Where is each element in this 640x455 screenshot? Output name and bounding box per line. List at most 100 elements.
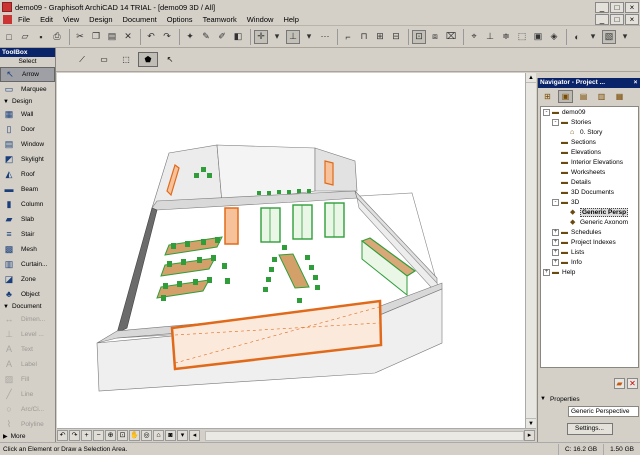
tool-marquee[interactable]: ▭ Marquee xyxy=(0,82,55,97)
tree-item[interactable]: ▬ 3D Documents xyxy=(541,187,638,197)
open-folder-icon[interactable]: ▱ xyxy=(18,30,32,44)
menu-view[interactable]: View xyxy=(58,15,84,24)
geometry-point-icon[interactable]: ⟋ xyxy=(72,52,92,67)
gravity-dropdown-icon[interactable]: ▾ xyxy=(302,30,316,44)
pick-up-icon[interactable]: ✎ xyxy=(199,30,213,44)
scroll-up-arrow[interactable]: ▲ xyxy=(526,73,536,83)
tool-label[interactable]: A Label xyxy=(0,357,55,372)
layout-book-nav-icon[interactable]: ▥ xyxy=(594,90,609,103)
tool-door[interactable]: ▯ Door xyxy=(0,122,55,137)
redo-icon[interactable]: ↷ xyxy=(160,30,174,44)
tool-arc-ci[interactable]: ○ Arc/Ci... xyxy=(0,402,55,417)
view-mode-icon[interactable]: ▧ xyxy=(602,29,616,44)
lock-icon[interactable]: ⌧ xyxy=(444,30,458,44)
undo-icon[interactable]: ↶ xyxy=(144,30,158,44)
print-icon[interactable]: ⎙ xyxy=(50,30,64,44)
tool-skylight[interactable]: ◩ Skylight xyxy=(0,152,55,167)
doc-close-button[interactable]: × xyxy=(625,14,639,25)
magic-wand-icon[interactable]: ✦ xyxy=(183,30,197,44)
new-file-icon[interactable]: □ xyxy=(2,30,16,44)
collapse-icon[interactable]: - xyxy=(552,118,559,126)
tree-item[interactable]: ▬ Sections xyxy=(541,137,638,147)
menu-help[interactable]: Help xyxy=(278,15,303,24)
view-options-icon[interactable]: ▾ xyxy=(177,430,188,441)
tree-item[interactable]: ▬ Interior Elevations xyxy=(541,157,638,167)
tool-fill[interactable]: ▨ Fill xyxy=(0,372,55,387)
tree-item[interactable]: ◆ Generic Persp xyxy=(541,207,638,217)
tool-beam[interactable]: ▬ Beam xyxy=(0,182,55,197)
tool-stair[interactable]: ≡ Stair xyxy=(0,227,55,242)
snap-guide-icon[interactable]: ✛ xyxy=(254,29,268,44)
scroll-left-arrow[interactable]: ◂ xyxy=(189,430,200,441)
publisher-sets-icon[interactable]: ▦ xyxy=(612,90,627,103)
tree-item[interactable]: - ▬ 3D xyxy=(541,197,638,207)
tree-item[interactable]: + ▬ Lists xyxy=(541,247,638,257)
collapse-icon[interactable]: - xyxy=(543,108,550,116)
distribute-icon[interactable]: ⊓ xyxy=(357,30,371,44)
model-view-icon[interactable]: ⌖ xyxy=(467,30,481,44)
trim-icon[interactable]: ⊟ xyxy=(389,30,403,44)
select-arrow-icon[interactable]: ↖ xyxy=(160,52,180,67)
menu-window[interactable]: Window xyxy=(242,15,279,24)
properties-header[interactable]: ▼ Properties xyxy=(540,394,639,404)
doc-minimize-button[interactable]: _ xyxy=(595,14,609,25)
maximize-button[interactable]: □ xyxy=(610,1,624,13)
new-folder-icon[interactable]: ▰ xyxy=(614,378,625,389)
redo-view-icon[interactable]: ↷ xyxy=(69,430,80,441)
geometry-polygon-icon[interactable]: ⬟ xyxy=(138,52,158,67)
navigator-mode-icon[interactable]: ⊞ xyxy=(540,90,555,103)
tool-wall[interactable]: ▦ Wall xyxy=(0,107,55,122)
undo-view-icon[interactable]: ↶ xyxy=(57,430,68,441)
zoom-out-icon[interactable]: − xyxy=(93,430,104,441)
tree-item[interactable]: - ▬ Stories xyxy=(541,117,638,127)
tree-item[interactable]: ▬ Elevations xyxy=(541,147,638,157)
tree-item[interactable]: + ▬ Info xyxy=(541,257,638,267)
tool-zone[interactable]: ◪ Zone xyxy=(0,272,55,287)
grid-snap-icon[interactable]: ⋯ xyxy=(318,30,332,44)
copy-icon[interactable]: ❐ xyxy=(89,30,103,44)
menu-edit[interactable]: Edit xyxy=(35,15,58,24)
delete-view-icon[interactable]: ✕ xyxy=(627,378,638,389)
document-menu-icon[interactable] xyxy=(3,15,12,24)
tool-line[interactable]: ╱ Line xyxy=(0,387,55,402)
minimize-button[interactable]: _ xyxy=(595,1,609,13)
tree-item[interactable]: ▬ Details xyxy=(541,177,638,187)
menu-file[interactable]: File xyxy=(13,15,35,24)
delete-icon[interactable]: ✕ xyxy=(121,30,135,44)
property-name-field[interactable]: Generic Perspective xyxy=(568,406,639,417)
floor-plan-icon[interactable]: ⊥ xyxy=(483,30,497,44)
group-icon[interactable]: ⧈ xyxy=(428,30,442,44)
doc-restore-button[interactable]: □ xyxy=(610,14,624,25)
geometry-rotated-rect-icon[interactable]: ⬚ xyxy=(116,52,136,67)
3d-window-icon[interactable]: ⬚ xyxy=(515,30,529,44)
tool-arrow[interactable]: ↖ Arrow xyxy=(0,67,55,82)
collapse-icon[interactable]: - xyxy=(552,198,559,206)
tool-level[interactable]: ⊥ Level ... xyxy=(0,327,55,342)
paste-icon[interactable]: ▤ xyxy=(105,30,119,44)
inject-icon[interactable]: ✐ xyxy=(215,30,229,44)
tool-object[interactable]: ♣ Object xyxy=(0,287,55,302)
tool-column[interactable]: ▮ Column xyxy=(0,197,55,212)
tree-item[interactable]: ▬ Worksheets xyxy=(541,167,638,177)
tree-item[interactable]: + ▬ Schedules xyxy=(541,227,638,237)
group-document[interactable]: ▼ Document xyxy=(0,302,55,312)
close-button[interactable]: × xyxy=(625,1,639,13)
save-icon[interactable]: ▪ xyxy=(34,30,48,44)
3d-model-view[interactable] xyxy=(57,73,525,428)
expand-icon[interactable]: + xyxy=(552,238,559,246)
tree-item[interactable]: + ▬ Help xyxy=(541,267,638,277)
tool-slab[interactable]: ▰ Slab xyxy=(0,212,55,227)
expand-icon[interactable]: + xyxy=(552,248,559,256)
tool-dimen[interactable]: ↔ Dimen... xyxy=(0,312,55,327)
tool-window[interactable]: ▤ Window xyxy=(0,137,55,152)
pan-icon[interactable]: ✋ xyxy=(129,430,140,441)
menu-teamwork[interactable]: Teamwork xyxy=(198,15,242,24)
tool-roof[interactable]: ◭ Roof xyxy=(0,167,55,182)
eyedropper-icon[interactable]: ◧ xyxy=(231,30,245,44)
settings-button[interactable]: Settings... xyxy=(566,423,613,435)
zoom-in-icon[interactable]: + xyxy=(81,430,92,441)
tool-mesh[interactable]: ▩ Mesh xyxy=(0,242,55,257)
view-horizontal-scrollbar[interactable] xyxy=(205,430,524,441)
tree-item[interactable]: + ▬ Project Indexes xyxy=(541,237,638,247)
scroll-right-arrow[interactable]: ▸ xyxy=(524,430,535,441)
